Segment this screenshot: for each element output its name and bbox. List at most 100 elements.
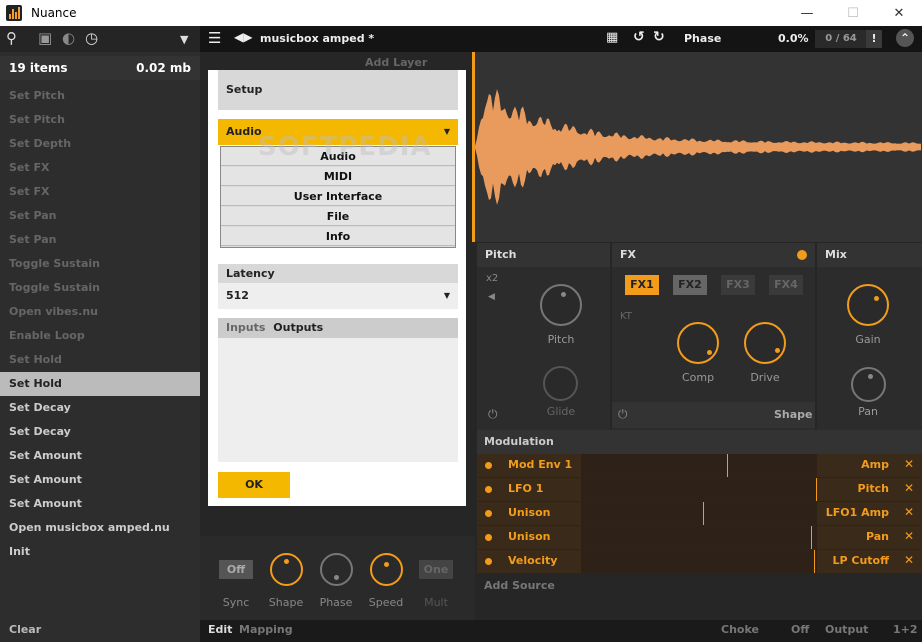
history-item[interactable]: Set Amount bbox=[0, 492, 200, 516]
remove-mod-icon[interactable]: ✕ bbox=[904, 529, 914, 543]
speed-knob[interactable] bbox=[370, 553, 403, 586]
history-item[interactable]: Set Depth bbox=[0, 132, 200, 156]
history-item[interactable]: Set Hold bbox=[0, 348, 200, 372]
mod-enable-dot[interactable] bbox=[485, 558, 492, 565]
phase-knob[interactable] bbox=[320, 553, 353, 586]
folder-icon[interactable]: ▣ bbox=[38, 29, 52, 47]
tab-fx1[interactable]: FX1 bbox=[625, 275, 659, 295]
comp-knob[interactable] bbox=[677, 322, 719, 364]
history-item[interactable]: Init bbox=[0, 540, 200, 564]
inputs-tab[interactable]: Inputs bbox=[226, 321, 265, 334]
mod-source[interactable]: LFO 1 bbox=[508, 482, 543, 495]
redo-icon[interactable]: ↻ bbox=[653, 29, 665, 45]
search-icon[interactable]: ⚲ bbox=[6, 29, 17, 47]
mod-amount-bar[interactable] bbox=[581, 502, 817, 525]
outputs-tab[interactable]: Outputs bbox=[273, 321, 323, 334]
pitch-knob[interactable] bbox=[540, 284, 582, 326]
category-option[interactable]: MIDI bbox=[221, 167, 455, 186]
mod-enable-dot[interactable] bbox=[485, 462, 492, 469]
tab-fx4[interactable]: FX4 bbox=[769, 275, 803, 295]
mod-amount-bar[interactable] bbox=[581, 478, 817, 501]
fx-enable-dot[interactable] bbox=[797, 250, 807, 260]
clear-button[interactable]: Clear bbox=[9, 623, 41, 636]
mod-target[interactable]: Pitch bbox=[858, 482, 889, 495]
menu-icon[interactable]: ☰ bbox=[208, 29, 221, 47]
fx-power-icon[interactable]: ⏻ bbox=[618, 407, 628, 422]
mod-enable-dot[interactable] bbox=[485, 534, 492, 541]
modulation-row[interactable]: Unison Pan ✕ bbox=[477, 526, 922, 549]
history-item[interactable]: Set Decay bbox=[0, 420, 200, 444]
history-item[interactable]: Set FX bbox=[0, 180, 200, 204]
tab-fx3[interactable]: FX3 bbox=[721, 275, 755, 295]
mod-target[interactable]: LP Cutoff bbox=[832, 554, 889, 567]
history-item[interactable]: Set Pan bbox=[0, 204, 200, 228]
history-item[interactable]: Set Hold bbox=[0, 372, 200, 396]
mod-enable-dot[interactable] bbox=[485, 486, 492, 493]
close-button[interactable]: ✕ bbox=[876, 0, 922, 26]
modulation-row[interactable]: Unison LFO1 Amp ✕ bbox=[477, 502, 922, 525]
remove-mod-icon[interactable]: ✕ bbox=[904, 457, 914, 471]
remove-mod-icon[interactable]: ✕ bbox=[904, 553, 914, 567]
mod-target[interactable]: Pan bbox=[866, 530, 889, 543]
undo-icon[interactable]: ↺ bbox=[633, 29, 645, 45]
phase-value[interactable]: 0.0% bbox=[778, 32, 809, 45]
remove-mod-icon[interactable]: ✕ bbox=[904, 481, 914, 495]
octave-label[interactable]: x2 bbox=[486, 273, 498, 284]
mod-target[interactable]: Amp bbox=[861, 458, 889, 471]
ok-button[interactable]: OK bbox=[218, 472, 290, 498]
edit-tab[interactable]: Edit bbox=[208, 623, 232, 636]
mod-amount-bar[interactable] bbox=[581, 550, 817, 573]
drive-knob[interactable] bbox=[744, 322, 786, 364]
history-item[interactable]: Set Amount bbox=[0, 444, 200, 468]
tab-fx2[interactable]: FX2 bbox=[673, 275, 707, 295]
add-layer-button[interactable]: Add Layer bbox=[365, 56, 427, 69]
latency-dropdown[interactable]: 512 ▼ bbox=[218, 283, 458, 309]
save-icon[interactable]: ▦ bbox=[606, 30, 618, 45]
history-item[interactable]: Set FX bbox=[0, 156, 200, 180]
mod-target[interactable]: LFO1 Amp bbox=[826, 506, 889, 519]
mod-source[interactable]: Mod Env 1 bbox=[508, 458, 572, 471]
gauge-icon[interactable]: ◐ bbox=[62, 29, 75, 47]
history-item[interactable]: Set Decay bbox=[0, 396, 200, 420]
output-value[interactable]: 1+2 bbox=[893, 623, 918, 636]
history-item[interactable]: Enable Loop bbox=[0, 324, 200, 348]
history-item[interactable]: Toggle Sustain bbox=[0, 276, 200, 300]
history-item[interactable]: Set Pitch bbox=[0, 108, 200, 132]
mod-enable-dot[interactable] bbox=[485, 510, 492, 517]
clock-icon[interactable]: ◷ bbox=[85, 29, 98, 47]
history-item[interactable]: Open vibes.nu bbox=[0, 300, 200, 324]
pan-knob[interactable] bbox=[851, 367, 886, 402]
maximize-button[interactable]: ☐ bbox=[830, 0, 876, 26]
modulation-row[interactable]: Mod Env 1 Amp ✕ bbox=[477, 454, 922, 477]
nav-arrows-icon[interactable]: ◀▶ bbox=[234, 30, 252, 44]
glide-knob[interactable] bbox=[543, 366, 578, 401]
remove-mod-icon[interactable]: ✕ bbox=[904, 505, 914, 519]
mod-source[interactable]: Unison bbox=[508, 506, 550, 519]
power-icon[interactable]: ⏻ bbox=[488, 407, 498, 422]
minimize-button[interactable]: — bbox=[784, 0, 830, 26]
shape-knob[interactable] bbox=[270, 553, 303, 586]
mod-amount-bar[interactable] bbox=[581, 454, 817, 477]
category-option[interactable]: Info bbox=[221, 227, 455, 246]
modulation-row[interactable]: Velocity LP Cutoff ✕ bbox=[477, 550, 922, 573]
history-item[interactable]: Set Pan bbox=[0, 228, 200, 252]
gain-knob[interactable] bbox=[847, 284, 889, 326]
add-source-button[interactable]: Add Source bbox=[484, 579, 555, 592]
mod-source[interactable]: Velocity bbox=[508, 554, 557, 567]
choke-value[interactable]: Off bbox=[791, 623, 809, 636]
sync-toggle[interactable]: Off bbox=[219, 560, 253, 579]
mod-amount-bar[interactable] bbox=[581, 526, 817, 549]
history-item[interactable]: Toggle Sustain bbox=[0, 252, 200, 276]
collapse-icon[interactable]: ⌃ bbox=[896, 29, 914, 47]
history-item[interactable]: Set Amount bbox=[0, 468, 200, 492]
mult-toggle[interactable]: One bbox=[419, 560, 453, 579]
category-option[interactable]: File bbox=[221, 207, 455, 226]
category-option[interactable]: User Interface bbox=[221, 187, 455, 206]
waveform-view[interactable] bbox=[472, 52, 922, 242]
warning-indicator[interactable]: ! bbox=[866, 30, 882, 48]
history-item[interactable]: Set Pitch bbox=[0, 84, 200, 108]
mapping-tab[interactable]: Mapping bbox=[239, 623, 293, 636]
modulation-row[interactable]: LFO 1 Pitch ✕ bbox=[477, 478, 922, 501]
chevron-down-icon[interactable]: ▼ bbox=[180, 33, 188, 46]
arrow-left-icon[interactable]: ◀ bbox=[488, 292, 495, 302]
